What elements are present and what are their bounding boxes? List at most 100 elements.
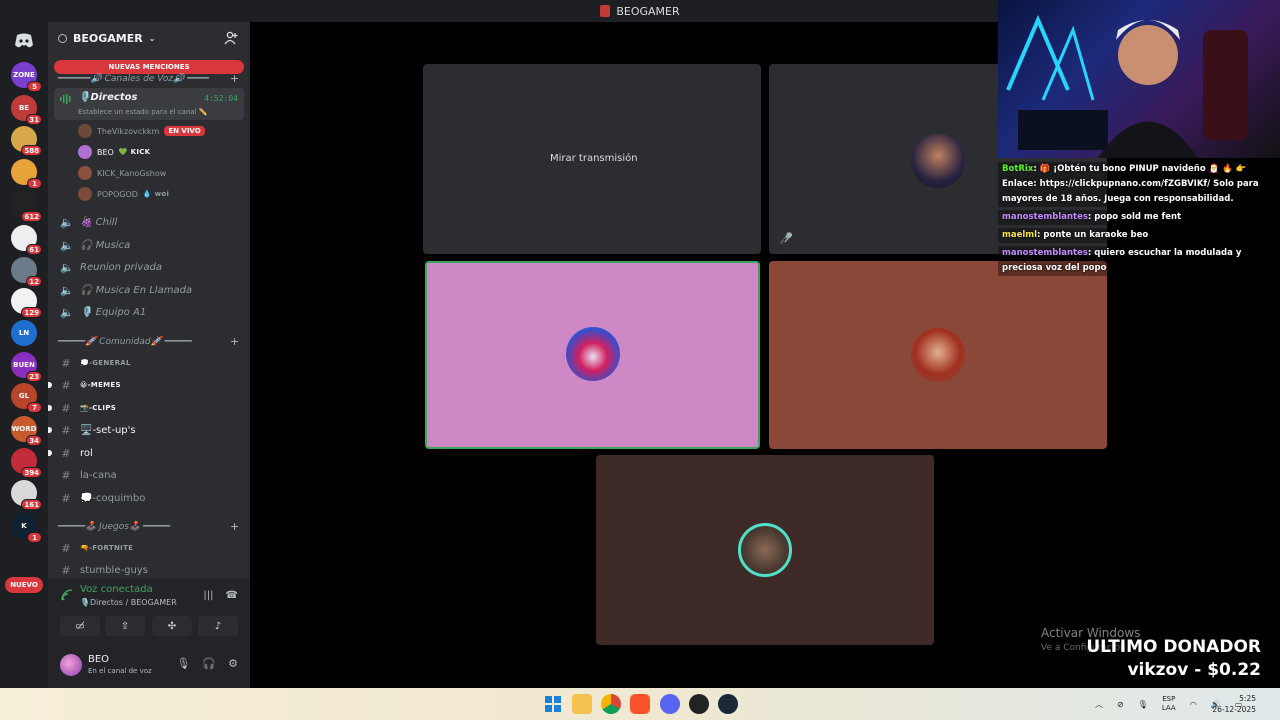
chevron-down-icon: ⌄ [148,33,156,43]
server-icon[interactable]: ZONE 5 [11,62,42,92]
webcam-overlay [998,0,1280,158]
network-icon[interactable]: ⊘ [1117,700,1124,709]
channel-label: 🖥️-set-up's [80,424,136,436]
voice-status[interactable]: Voz conectada [80,584,153,595]
server-icon[interactable]: 612 [11,192,42,222]
category-games[interactable]: ━━━━━🕹️ Juegos🕹️ ━━━━━ + [58,520,239,533]
brave-icon[interactable] [630,694,650,714]
server-icon[interactable]: 394 [11,448,42,478]
camera-off-icon: ▭̸ [75,620,85,632]
signal-icon[interactable] [60,588,74,602]
voice-channel[interactable]: 🔈 🎧 Musica En Llamada [54,280,244,300]
activities-button[interactable]: ✣ [152,616,192,636]
voice-channel[interactable]: 🔈 🎧 Musica [54,235,244,255]
server-icon[interactable]: GL 7 [11,383,42,413]
voice-member[interactable]: BEO 💚 KICK [78,144,150,160]
discord-home-icon[interactable] [9,26,39,56]
text-channel[interactable]: # stumble-guys [54,560,244,580]
server-icon[interactable]: WORD 34 [11,416,42,446]
text-channel[interactable]: # 🔫-FORTNITE [54,538,244,558]
windows-start-icon[interactable] [543,694,563,714]
unread-badge: 7 [27,402,42,413]
voice-member[interactable]: TheVikzovckkm EN VIVO [78,123,205,139]
noise-suppression-icon[interactable]: ||| [203,590,213,601]
channel-label: rol [80,447,93,459]
add-channel-icon[interactable]: + [230,72,239,85]
chat-message: maelml: ponte un karaoke beo [998,228,1280,243]
camera-toggle-button[interactable]: ▭̸ [60,616,100,636]
soundboard-button[interactable]: ♪ [198,616,238,636]
participant-tile[interactable] [769,261,1107,449]
server-icon[interactable]: 1 [11,159,42,189]
headphones-icon[interactable]: 🎧 [202,657,216,670]
participant-tile[interactable] [596,455,934,645]
category-voice[interactable]: ━━━━━━🔊 Canales de Voz🔊 ━━━━ + [58,72,239,85]
user-name[interactable]: BEO [88,654,109,665]
chevron-up-icon[interactable]: ︿ [1095,699,1103,710]
microphone-icon[interactable]: 🎙 [176,657,190,670]
channel-label: 🍇 Chill [80,216,118,228]
text-channel[interactable]: # 💭-GENERAL [54,353,244,373]
language-indicator[interactable]: ESP LAA [1162,695,1176,713]
voice-channel[interactable]: 🔈 Reunion privada [54,257,244,277]
avatar [78,166,92,180]
avatar [78,124,92,138]
member-tag: 💚 KICK [118,148,151,156]
voice-member[interactable]: KICK_KanoGshow [78,165,166,181]
text-channel[interactable]: # la-cana [54,465,244,485]
server-icon[interactable]: 12 [11,257,42,287]
voice-location: 🎙️Directos / BEOGAMER [80,598,177,607]
voice-activity-icon [60,94,71,104]
text-channel[interactable]: # 💭-coquimbo [54,488,244,508]
voice-channel[interactable]: 🔈 🍇 Chill [54,212,244,232]
text-channel[interactable]: # 😀-MEMES [48,375,244,395]
channel-status-hint[interactable]: Establece un estado para el canal ✏️ [78,108,208,116]
unread-badge: 34 [26,435,42,446]
voice-channel-directos[interactable]: 🎙️Directos 4:52:04 Establece un estado p… [54,88,244,120]
category-community[interactable]: ━━━━━🚀 Comunidad🚀 ━━━━━ + [58,335,239,348]
stream-tile[interactable]: Mirar transmisión [423,64,761,254]
disconnect-icon[interactable]: ☎ [226,590,238,601]
server-icon[interactable]: LN [11,320,37,346]
discord-taskbar-icon[interactable] [660,694,680,714]
chrome-icon[interactable] [601,694,621,714]
file-explorer-icon[interactable] [572,694,592,714]
chat-username: manostemblantes [1002,212,1088,222]
obs-icon[interactable] [689,694,709,714]
voice-member-name: BEO [97,147,114,157]
hashtag-icon: # [61,541,71,555]
microphone-icon[interactable]: 🎙 [1138,700,1148,709]
server-icon[interactable]: 129 [11,288,42,318]
new-unreads-pill[interactable]: NUEVO [5,577,43,593]
text-channel[interactable]: # 📸-CLIPS [48,398,244,418]
add-channel-icon[interactable]: + [230,335,239,348]
server-icon[interactable]: 161 [11,480,42,510]
share-screen-button[interactable]: ⇧ [105,616,145,636]
text-channel[interactable]: # 🖥️-set-up's [48,420,244,440]
server-icon[interactable]: BE 31 [11,95,42,125]
speaker-icon: 🔈 [60,215,74,229]
avatar [738,523,792,577]
screen-share-icon: ⇧ [120,620,130,632]
server-label: LN [18,329,30,337]
participant-tile-speaking[interactable] [425,261,760,449]
server-icon[interactable]: 61 [11,225,42,255]
voice-member[interactable]: POPOGOD 💧 woi [78,186,169,202]
guild-header[interactable]: BEOGAMER ⌄ [48,22,250,54]
server-icon[interactable]: 588 [11,126,42,156]
taskbar-clock[interactable]: 5:25 26-12-2025 [1212,693,1256,715]
text-channel[interactable]: # rol [48,443,244,463]
avatar [911,134,965,188]
voice-channel[interactable]: 🔈 🎙️ Equipo A1 [54,302,244,322]
add-channel-icon[interactable]: + [230,520,239,533]
new-mentions-banner[interactable]: NUEVAS MENCIONES [54,60,244,74]
steam-icon[interactable] [718,694,738,714]
watch-stream-button[interactable]: Mirar transmisión [540,146,648,170]
server-icon[interactable]: BUEN 23 [11,352,42,382]
category-voice-label: ━━━━━━🔊 Canales de Voz🔊 ━━━━ [58,74,209,84]
avatar[interactable] [60,654,82,676]
gear-icon[interactable]: ⚙ [228,657,238,670]
server-icon[interactable]: K1 [11,513,42,543]
invite-people-icon[interactable] [224,31,238,45]
wifi-icon[interactable]: ◠ [1190,700,1197,709]
